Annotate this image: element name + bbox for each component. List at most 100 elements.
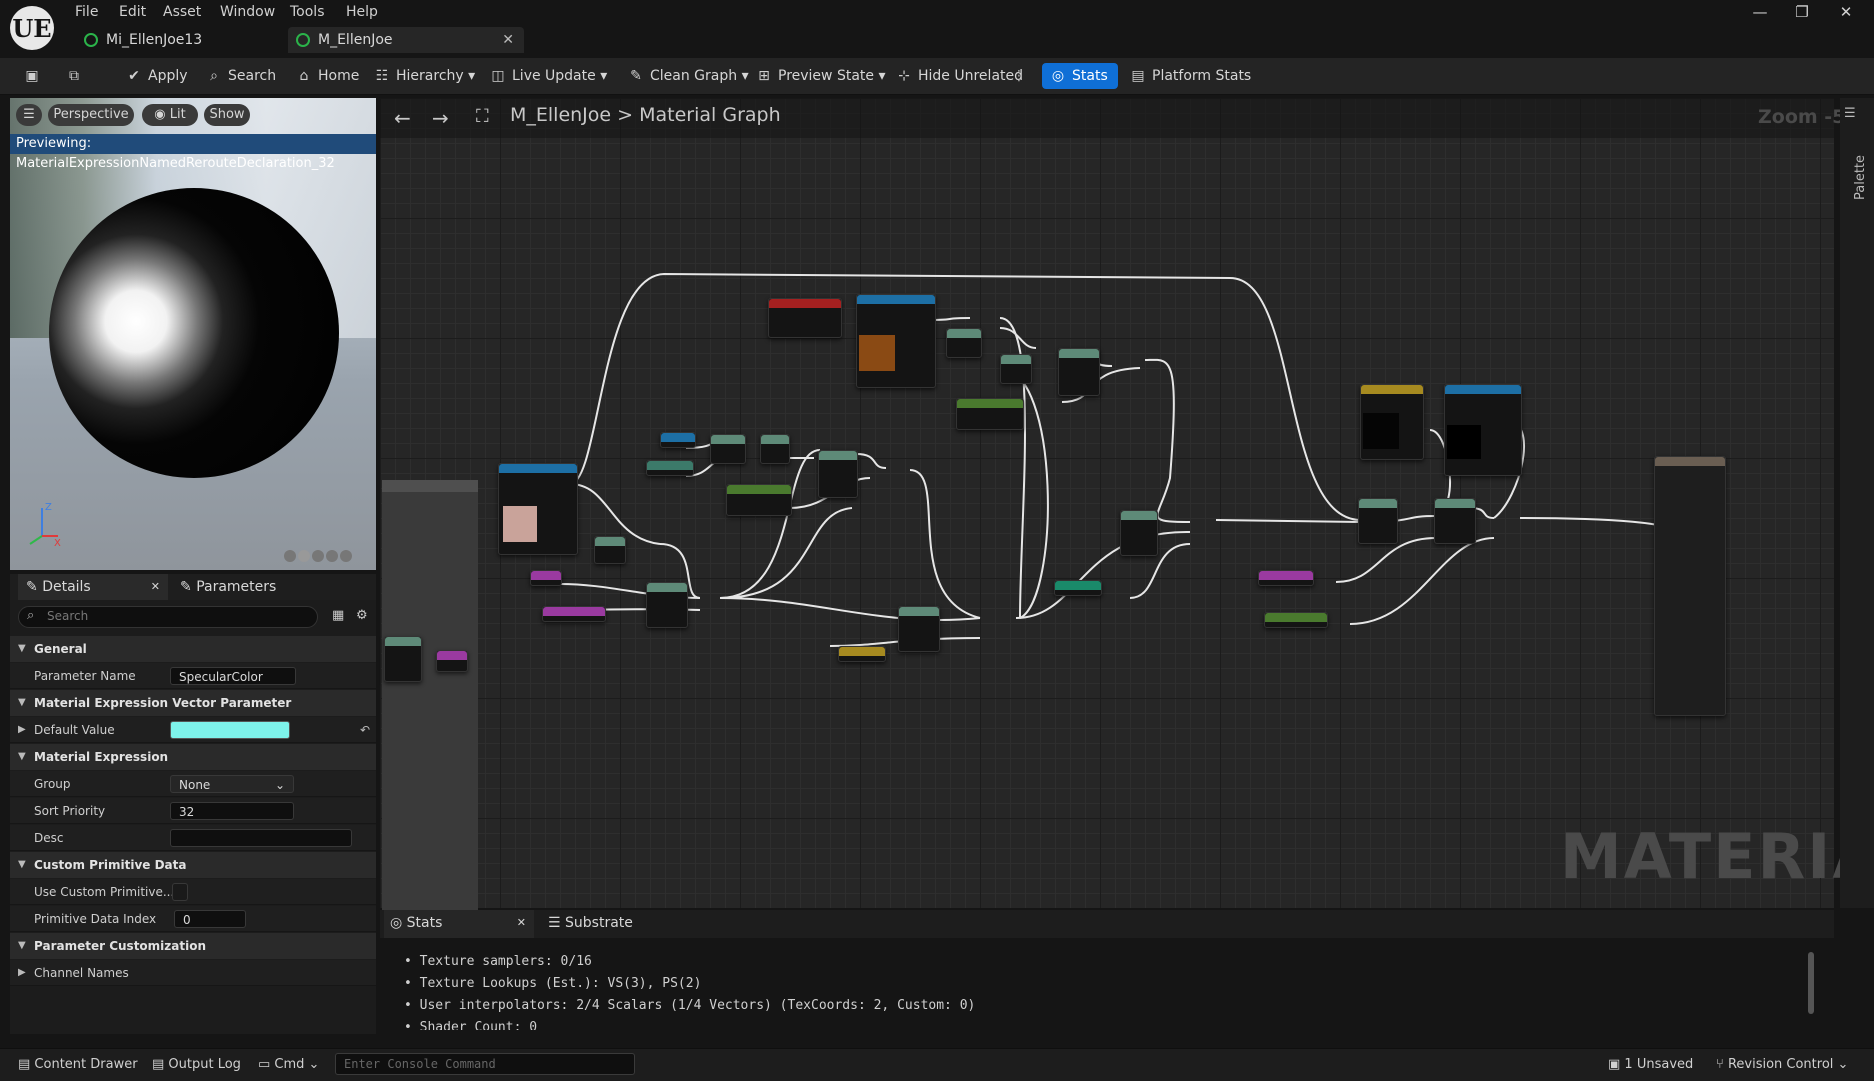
search-button[interactable]: ⌕ Search (204, 63, 276, 89)
additive-texture-node[interactable] (1444, 384, 1522, 476)
show-button[interactable]: Show (204, 104, 250, 126)
palette-label[interactable]: Palette (1853, 155, 1868, 200)
menu-window[interactable]: Window (220, 2, 275, 22)
category-material-expression[interactable]: ▼ Material Expression (10, 744, 376, 770)
use-custom-primitive-checkbox[interactable] (172, 883, 188, 901)
category-general[interactable]: ▼ General (10, 636, 376, 662)
category-vector-parameter[interactable]: ▼ Material Expression Vector Parameter (10, 690, 376, 716)
switch-node-5[interactable] (1434, 498, 1476, 544)
details-icon: ✎ (26, 579, 43, 595)
home-button[interactable]: ⌂ Home (294, 63, 360, 89)
console-input[interactable]: Enter Console Command (335, 1053, 635, 1075)
tab-mi-ellenjoe13[interactable]: Mi_EllenJoe13 (76, 27, 306, 53)
palette-sidebar[interactable] (1840, 98, 1874, 908)
graph-hierarchy-icon[interactable]: ⛶ (476, 106, 489, 127)
group-dropdown[interactable]: None ⌄ (170, 775, 294, 793)
apply-button[interactable]: ✔ Apply (124, 63, 187, 89)
use-diffuse-texture-node[interactable] (542, 606, 606, 622)
lit-button[interactable]: ◉ Lit (142, 104, 198, 126)
stats-button[interactable]: ◎ Stats (1042, 63, 1118, 89)
expand-arrow-icon[interactable]: ▶ (18, 960, 26, 986)
stats-scrollbar[interactable] (1808, 952, 1814, 1014)
minimize-icon[interactable]: — (1740, 0, 1780, 24)
tab-substrate[interactable]: ☰ Substrate (548, 910, 633, 938)
lerp-node[interactable] (818, 450, 858, 498)
reflection-texture-node[interactable] (856, 294, 936, 388)
add-node[interactable] (760, 434, 790, 464)
hierarchy-button[interactable]: ☷ Hierarchy ▾ (372, 63, 475, 89)
breadcrumb-root[interactable]: M_EllenJoe (510, 104, 611, 126)
switch-node-3[interactable] (1120, 510, 1158, 556)
close-stats-icon[interactable]: ✕ (517, 910, 526, 936)
content-drawer-button[interactable]: ▤ Content Drawer (18, 1054, 138, 1076)
platform-stats-button[interactable]: ▤ Platform Stats (1128, 63, 1251, 89)
forward-arrow-icon[interactable]: → (432, 106, 449, 130)
revision-control-button[interactable]: ⑂ Revision Control ⌄ (1716, 1054, 1848, 1076)
cmd-dropdown[interactable]: ▭ Cmd ⌄ (258, 1054, 319, 1076)
albedo-color-node[interactable] (1360, 384, 1424, 460)
unreal-logo-icon[interactable]: UE (10, 6, 54, 50)
multiply-node-3[interactable] (594, 536, 626, 564)
switch-node-2[interactable] (898, 606, 940, 652)
perspective-button[interactable]: Perspective (48, 104, 134, 126)
menu-help[interactable]: Help (346, 2, 378, 22)
preview-mesh-selector[interactable] (284, 550, 370, 564)
unsaved-button[interactable]: ▣ 1 Unsaved (1608, 1054, 1693, 1076)
details-search-input[interactable]: ⌕ Search (18, 606, 318, 628)
albedo-texture-node[interactable] (498, 463, 578, 555)
menu-file[interactable]: File (75, 2, 98, 22)
use-reflection-node[interactable] (1054, 580, 1102, 596)
primitive-data-index-input[interactable]: 0 (174, 910, 246, 928)
table-view-icon[interactable]: ▦ (332, 608, 344, 623)
close-details-icon[interactable]: ✕ (151, 574, 160, 600)
specular-color-node[interactable] (646, 460, 694, 476)
tab-stats[interactable]: ◎ Stats ✕ (384, 910, 534, 938)
restore-icon[interactable]: ❐ (1782, 0, 1822, 24)
category-parameter-customization[interactable]: ▼ Parameter Customization (10, 933, 376, 959)
specular-node[interactable] (660, 432, 696, 448)
hide-unrelated-button[interactable]: ⊹ Hide Unrelated (894, 63, 1023, 89)
menu-asset[interactable]: Asset (163, 2, 201, 22)
menu-edit[interactable]: Edit (119, 2, 146, 22)
use-additive-texture-node[interactable] (1264, 612, 1328, 628)
tab-m-ellenjoe[interactable]: M_EllenJoe ✕ (288, 27, 524, 53)
default-value-color-swatch[interactable] (170, 721, 290, 739)
reflection-intensity-node[interactable] (956, 398, 1024, 430)
clean-graph-button[interactable]: ✎ Clean Graph ▾ (626, 63, 748, 89)
add-node-2[interactable] (1000, 354, 1032, 384)
use-specular-node[interactable] (838, 646, 886, 662)
more-options-icon[interactable]: ⋮ (1012, 63, 1026, 89)
reset-icon[interactable]: ↶ (360, 717, 370, 743)
menu-tools[interactable]: Tools (290, 2, 325, 22)
reroute-node[interactable] (436, 650, 468, 672)
parameter-name-input[interactable]: SpecularColor (170, 667, 296, 685)
tab-details[interactable]: ✎ Details ✕ (18, 574, 168, 600)
material-result-node[interactable] (1654, 456, 1726, 716)
save-icon[interactable]: ▣ (22, 63, 46, 89)
viewport-menu-button[interactable]: ☰ (16, 104, 42, 126)
reflection-vector-node[interactable] (768, 298, 842, 338)
tab-parameters[interactable]: ✎ Parameters (180, 574, 276, 600)
switch-node-6[interactable] (384, 636, 422, 682)
multiply-node[interactable] (710, 434, 746, 464)
specular-intensity-node[interactable] (726, 484, 792, 516)
back-arrow-icon[interactable]: ← (394, 106, 411, 130)
switch-node[interactable] (646, 582, 688, 628)
live-update-button[interactable]: ◫ Live Update ▾ (488, 63, 607, 89)
close-window-icon[interactable]: ✕ (1826, 0, 1866, 24)
palette-menu-icon[interactable]: ☰ (1844, 106, 1856, 121)
sort-priority-input[interactable]: 32 (170, 802, 294, 820)
switch-node-4[interactable] (1358, 498, 1398, 544)
multiply-node-2[interactable] (946, 328, 982, 358)
browse-icon[interactable]: ⧉ (64, 63, 88, 89)
desc-input[interactable] (170, 829, 352, 847)
use-texture-only-node[interactable] (1258, 570, 1314, 586)
gear-icon[interactable]: ⚙ (356, 608, 368, 623)
expand-arrow-icon[interactable]: ▶ (18, 717, 26, 743)
preview-state-button[interactable]: ⊞ Preview State ▾ (754, 63, 885, 89)
category-custom-primitive-data[interactable]: ▼ Custom Primitive Data (10, 852, 376, 878)
diffuse-node[interactable] (530, 570, 562, 586)
close-tab-icon[interactable]: ✕ (502, 27, 514, 53)
lerp-node-2[interactable] (1058, 348, 1100, 396)
output-log-button[interactable]: ▤ Output Log (152, 1054, 241, 1076)
